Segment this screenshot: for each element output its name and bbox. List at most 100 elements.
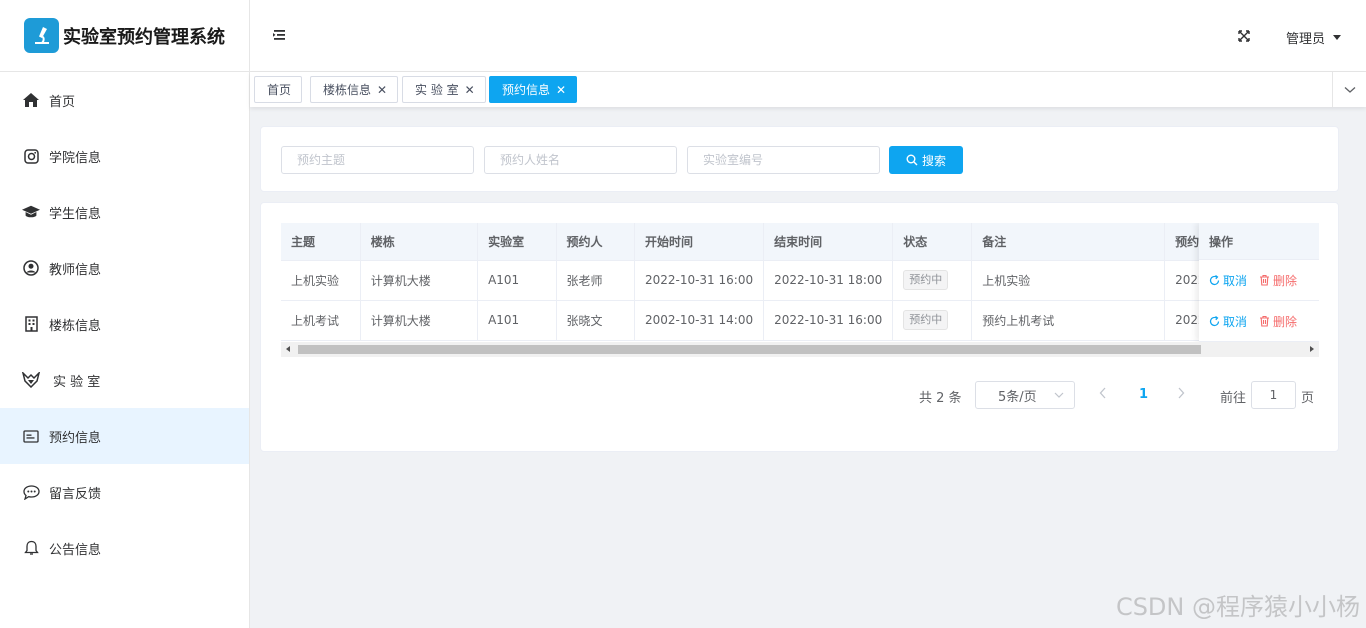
instagram-icon xyxy=(22,147,40,165)
bell-icon xyxy=(22,539,40,557)
tag-label: 楼栋信息 xyxy=(323,83,372,97)
next-page-button[interactable] xyxy=(1177,387,1185,403)
sidebar-item-notices[interactable]: 公告信息 xyxy=(0,520,249,576)
fullscreen-icon[interactable] xyxy=(1238,30,1250,42)
sidebar-item-label: 楼栋信息 xyxy=(49,318,102,334)
table-cell: 2022-10-31 16:00 xyxy=(634,260,765,301)
search-panel: 搜索 xyxy=(260,126,1339,192)
chevron-down-icon xyxy=(1344,86,1355,93)
sidebar-item-college[interactable]: 学院信息 xyxy=(0,128,249,184)
sidebar-item-label: 学生信息 xyxy=(49,206,102,222)
prev-page-button[interactable] xyxy=(1099,387,1107,403)
scroll-left-icon[interactable] xyxy=(286,346,290,352)
table-cell: 2002-10-31 14:00 xyxy=(634,300,765,341)
chevron-left-icon xyxy=(1099,387,1106,399)
sidebar-item-buildings[interactable]: 楼栋信息 xyxy=(0,296,249,352)
status-badge: 预约中 xyxy=(903,270,949,290)
graduation-cap-icon xyxy=(22,203,40,221)
sidebar-item-teachers[interactable]: 教师信息 xyxy=(0,240,249,296)
table-cell: A101 xyxy=(477,260,557,301)
reservation-table: 主题 楼栋 实验室 预约人 开始时间 结束时间 状态 备注 预约时间 上机实验 … xyxy=(281,223,1319,341)
user-dropdown[interactable]: 管理员 xyxy=(1286,28,1342,47)
column-header: 开始时间 xyxy=(634,223,765,261)
horizontal-scrollbar[interactable] xyxy=(281,342,1319,357)
tag-labs[interactable]: 实 验 室 ✕ xyxy=(402,76,486,103)
lab-icon xyxy=(22,371,40,389)
table-cell: 预约上机考试 xyxy=(971,300,1166,341)
goto-label: 前往 xyxy=(1220,391,1247,406)
tag-label: 首页 xyxy=(267,83,292,97)
trash-icon xyxy=(1260,315,1270,327)
chevron-down-icon xyxy=(1054,392,1064,398)
search-button[interactable]: 搜索 xyxy=(889,146,963,174)
table-cell: 2022-10-31 18:00 xyxy=(763,260,894,301)
subject-search-input[interactable] xyxy=(281,146,474,174)
page-size-value: 5条/页 xyxy=(998,389,1037,405)
cancel-label: 取消 xyxy=(1223,273,1248,288)
chevron-right-icon xyxy=(1178,387,1185,399)
table-row: 上机实验 计算机大楼 A101 张老师 2022-10-31 16:00 202… xyxy=(281,260,1319,301)
action-cell: 取消 删除 xyxy=(1199,301,1319,342)
scroll-right-icon[interactable] xyxy=(1310,346,1314,352)
sidebar-item-label: 实 验 室 xyxy=(53,374,101,390)
menu-fold-icon[interactable] xyxy=(272,28,286,42)
column-header: 楼栋 xyxy=(360,223,479,261)
table-cell: 预约中 xyxy=(892,260,973,301)
table-cell: 上机实验 xyxy=(971,260,1166,301)
delete-label: 删除 xyxy=(1273,273,1298,288)
logo[interactable]: 实验室预约管理系统 xyxy=(0,0,249,72)
delete-button[interactable]: 删除 xyxy=(1259,272,1297,289)
sidebar-item-labs[interactable]: 实 验 室 xyxy=(0,352,249,408)
watermark: CSDN @程序猿小小杨 xyxy=(1115,593,1360,621)
sidebar: 实验室预约管理系统 首页 学院信息 学生信息 教师信息 楼栋信息 实 验 室 预… xyxy=(0,0,250,628)
delete-button[interactable]: 删除 xyxy=(1259,313,1297,330)
home-icon xyxy=(22,91,40,109)
tag-home[interactable]: 首页 xyxy=(254,76,303,103)
sidebar-item-home[interactable]: 首页 xyxy=(0,72,249,128)
trash-icon xyxy=(1260,274,1270,286)
cancel-button[interactable]: 取消 xyxy=(1209,313,1247,330)
table-cell: 张晓文 xyxy=(556,300,635,341)
table-panel: 主题 楼栋 实验室 预约人 开始时间 结束时间 状态 备注 预约时间 上机实验 … xyxy=(260,202,1339,452)
status-badge: 预约中 xyxy=(903,310,949,330)
close-icon[interactable]: ✕ xyxy=(556,83,566,97)
scroll-thumb[interactable] xyxy=(298,345,1201,354)
tag-buildings[interactable]: 楼栋信息 ✕ xyxy=(310,76,399,103)
top-header: 管理员 xyxy=(250,0,1366,72)
building-icon xyxy=(22,315,40,333)
column-header: 结束时间 xyxy=(763,223,894,261)
tag-reservations[interactable]: 预约信息 ✕ xyxy=(489,76,578,103)
close-icon[interactable]: ✕ xyxy=(465,83,475,97)
page-number[interactable]: 1 xyxy=(1139,387,1148,402)
cancel-button[interactable]: 取消 xyxy=(1209,272,1247,289)
table-cell: 预约中 xyxy=(892,300,973,341)
column-header: 主题 xyxy=(281,223,361,261)
table-cell: 上机实验 xyxy=(281,260,361,301)
tags-more-button[interactable] xyxy=(1332,72,1366,107)
refresh-icon xyxy=(1209,274,1220,285)
sidebar-item-label: 留言反馈 xyxy=(49,486,102,502)
card-icon xyxy=(22,427,40,445)
goto-page-input[interactable] xyxy=(1251,381,1296,409)
caret-down-icon xyxy=(1333,35,1342,40)
pagination: 共 2 条 5条/页 1 前往 页 xyxy=(261,381,1340,409)
tag-label: 预约信息 xyxy=(502,83,551,97)
table-cell: 张老师 xyxy=(556,260,635,301)
column-header: 预约人 xyxy=(556,223,635,261)
user-name: 管理员 xyxy=(1286,32,1326,47)
cancel-label: 取消 xyxy=(1223,314,1248,329)
sidebar-item-students[interactable]: 学生信息 xyxy=(0,184,249,240)
close-icon[interactable]: ✕ xyxy=(377,83,387,97)
column-header: 实验室 xyxy=(477,223,557,261)
page-size-select[interactable]: 5条/页 xyxy=(975,381,1075,409)
sidebar-item-feedback[interactable]: 留言反馈 xyxy=(0,464,249,520)
sidebar-item-reservations[interactable]: 预约信息 xyxy=(0,408,249,464)
lab-search-input[interactable] xyxy=(687,146,880,174)
name-search-input[interactable] xyxy=(484,146,677,174)
sidebar-item-label: 公告信息 xyxy=(49,542,102,558)
table-cell: 计算机大楼 xyxy=(360,260,479,301)
delete-label: 删除 xyxy=(1273,314,1298,329)
action-column: 操作 取消 删除 取消 删除 xyxy=(1199,223,1319,342)
action-cell: 取消 删除 xyxy=(1199,260,1319,301)
column-header: 状态 xyxy=(892,223,973,261)
